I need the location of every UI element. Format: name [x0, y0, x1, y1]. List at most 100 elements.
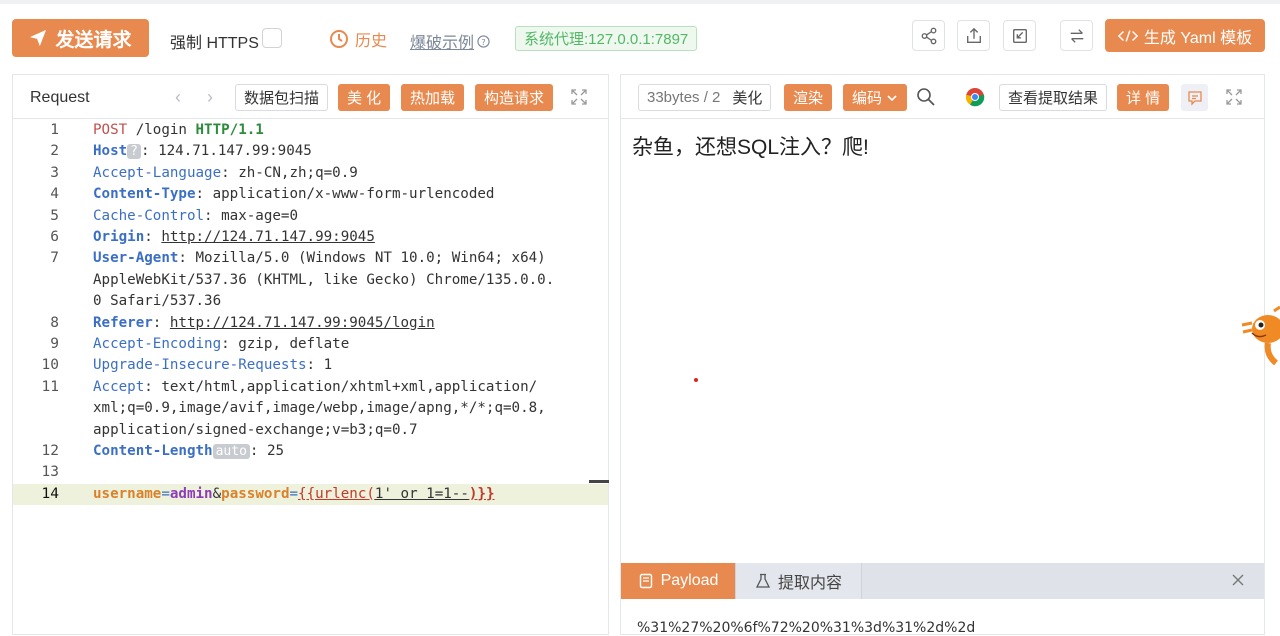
- http-method: POST: [93, 122, 128, 138]
- tab-payload-label: Payload: [660, 572, 719, 589]
- header-key: Accept-Language: [93, 164, 222, 181]
- search-icon[interactable]: [916, 87, 936, 107]
- line-number: 14: [41, 485, 59, 502]
- clock-icon: [330, 30, 348, 48]
- header-value: : 124.71.147.99:9045: [141, 143, 312, 160]
- question-icon: ?: [477, 34, 490, 48]
- payload-arg: 1' or 1=1--: [374, 485, 469, 502]
- line-number: 13: [41, 464, 59, 481]
- send-request-label: 发送请求: [55, 29, 132, 51]
- flask-icon: [755, 573, 771, 588]
- expand-icon[interactable]: [570, 88, 588, 106]
- response-size: 33bytes / 2: [647, 89, 721, 106]
- response-beautify-button[interactable]: 美化: [732, 87, 762, 108]
- line-number: 6: [50, 229, 59, 245]
- request-title: Request: [30, 89, 90, 106]
- request-panel: Request ‹ › 数据包扫描 美 化 热加载 构造请求 1 POST /l…: [12, 74, 609, 635]
- chrome-icon[interactable]: [965, 87, 985, 107]
- hot-load-button[interactable]: 热加载: [401, 84, 465, 111]
- code-line: Accept: text/html,application/xhtml+xml,…: [93, 377, 537, 398]
- tab-extract-content[interactable]: 提取内容: [736, 563, 861, 599]
- code-line: POST /login HTTP/1.1: [93, 120, 264, 141]
- line-number: 11: [41, 378, 59, 395]
- tab-bar-spacer: [862, 563, 1264, 599]
- mascot-icon: [1241, 305, 1280, 366]
- swap-button[interactable]: [1060, 20, 1093, 51]
- line-number: 9: [50, 336, 59, 352]
- header-value: : Mozilla/5.0 (Windows NT 10.0; Win64; x…: [178, 250, 546, 267]
- detail-button[interactable]: 详 情: [1117, 84, 1170, 111]
- request-path: /login: [127, 122, 196, 138]
- svg-text:?: ?: [481, 36, 485, 46]
- http-protocol: HTTP/1.1: [195, 122, 264, 138]
- line-number: 2: [50, 143, 59, 160]
- response-body-text: 杂鱼，还想SQL注入？爬!: [632, 136, 869, 159]
- code-line: User-Agent: Mozilla/5.0 (Windows NT 10.0…: [93, 248, 546, 269]
- history-button[interactable]: 历史: [329, 27, 387, 51]
- comment-icon: [1187, 90, 1202, 106]
- header-value: : max-age=0: [204, 207, 299, 224]
- view-extract-result-button[interactable]: 查看提取结果: [999, 84, 1108, 111]
- brute-example-link[interactable]: 爆破示例 ?: [410, 29, 490, 53]
- share-button[interactable]: [912, 20, 945, 51]
- header-key: Cache-Control: [93, 207, 205, 224]
- code-line-body: username=admin&password={{urlenc(1' or 1…: [93, 485, 495, 502]
- construct-request-button[interactable]: 构造请求: [475, 84, 554, 111]
- generate-yaml-label: 生成 Yaml 模板: [1143, 29, 1253, 47]
- share-icon: [921, 27, 936, 44]
- code-line-wrap: AppleWebKit/537.36 (KHTML, like Gecko) C…: [93, 271, 555, 288]
- code-line: Referer: http://124.71.147.99:9045/login: [93, 313, 435, 334]
- beautify-button[interactable]: 美 化: [338, 84, 391, 111]
- red-dot: [694, 378, 698, 382]
- encode-dropdown[interactable]: 编码: [843, 84, 908, 111]
- template-func-open: {{urlenc(: [298, 485, 375, 502]
- code-line-wrap: xml;q=0.9,image/avif,image/webp,image/ap…: [93, 400, 546, 417]
- upload-icon: [966, 27, 981, 43]
- header-value: : 1: [306, 357, 333, 374]
- send-request-button[interactable]: 发送请求: [12, 19, 149, 57]
- close-icon[interactable]: [1230, 572, 1246, 588]
- generate-yaml-button[interactable]: 生成 Yaml 模板: [1105, 19, 1265, 52]
- tab-extract-label: 提取内容: [777, 575, 842, 592]
- header-key: Origin: [93, 229, 145, 245]
- force-https-checkbox[interactable]: [262, 28, 282, 48]
- param-name: username: [93, 485, 162, 502]
- request-header: Request ‹ › 数据包扫描 美 化 热加载 构造请求: [13, 75, 608, 119]
- export-button[interactable]: [957, 20, 990, 51]
- next-arrow-icon[interactable]: ›: [207, 87, 213, 108]
- line-number: 5: [50, 207, 59, 224]
- system-proxy-badge: 系统代理:127.0.0.1:7897: [515, 26, 698, 51]
- encode-label: 编码: [852, 90, 883, 107]
- expand-icon[interactable]: [1225, 88, 1243, 106]
- tab-payload[interactable]: Payload: [621, 563, 735, 599]
- header-key: Referer: [93, 314, 153, 331]
- referer-url[interactable]: http://124.71.147.99:9045/login: [170, 315, 435, 331]
- origin-url[interactable]: http://124.71.147.99:9045: [161, 229, 375, 245]
- header-separator: :: [152, 314, 170, 331]
- prev-arrow-icon[interactable]: ‹: [175, 87, 181, 108]
- header-key: Content-Type: [93, 186, 196, 203]
- header-key: Upgrade-Insecure-Requests: [93, 357, 307, 374]
- send-icon: [30, 29, 47, 47]
- line-number: 8: [50, 314, 59, 331]
- header-key: Host: [93, 143, 128, 160]
- code-line: Accept-Encoding: gzip, deflate: [93, 334, 349, 355]
- packet-scan-button[interactable]: 数据包扫描: [235, 84, 329, 111]
- bottom-tab-bar: Payload 提取内容: [621, 563, 1264, 599]
- header-key: Accept: [93, 378, 145, 395]
- code-line: Content-Type: application/x-www-form-url…: [93, 184, 494, 205]
- code-line: Upgrade-Insecure-Requests: 1: [93, 355, 332, 376]
- document-icon: [639, 573, 652, 589]
- comment-button[interactable]: [1181, 84, 1208, 111]
- render-button[interactable]: 渲染: [784, 84, 833, 111]
- chevron-down-icon: [887, 94, 897, 101]
- response-header: 33bytes / 2 美化 渲染 编码 查看提取结果 详 情: [621, 75, 1264, 119]
- payload-value: %31%27%20%6f%72%20%31%3d%31%2d%2d: [637, 620, 976, 636]
- header-value: : gzip, deflate: [221, 336, 350, 352]
- import-button[interactable]: [1003, 20, 1036, 51]
- scroll-indicator[interactable]: [589, 480, 609, 483]
- code-line: Accept-Language: zh-CN,zh;q=0.9: [93, 163, 358, 184]
- line-number: 12: [41, 443, 59, 459]
- import-icon: [1012, 28, 1027, 43]
- header-value: : text/html,application/xhtml+xml,applic…: [144, 378, 538, 395]
